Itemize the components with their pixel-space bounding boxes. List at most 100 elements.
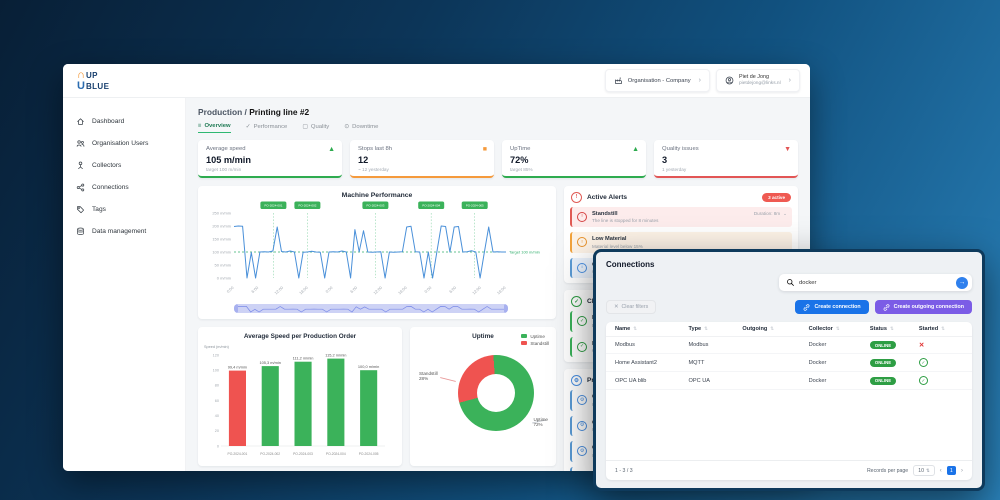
- status-badge: ONLINE: [870, 341, 896, 349]
- alert-status-icon: !: [577, 237, 587, 247]
- column-header-status[interactable]: Status ⇅: [870, 326, 919, 332]
- column-header-name[interactable]: Name ⇅: [615, 326, 689, 332]
- tab-performance[interactable]: ✓Performance: [246, 123, 288, 133]
- svg-text:PO-2024-005: PO-2024-005: [466, 203, 484, 207]
- alert-icon: !: [571, 192, 582, 203]
- column-header-type[interactable]: Type ⇅: [689, 326, 743, 332]
- kpi-value: 3: [662, 155, 790, 165]
- svg-text:18:00: 18:00: [496, 284, 507, 295]
- tab-overview[interactable]: ≡Overview: [198, 123, 231, 133]
- tab-quality[interactable]: ▢Quality: [302, 123, 329, 133]
- sort-icon[interactable]: ⇅: [890, 326, 894, 332]
- svg-text:PO-2024-002: PO-2024-002: [260, 452, 280, 456]
- trend-up-icon: ▲: [632, 146, 639, 153]
- current-page[interactable]: 1: [947, 466, 956, 475]
- prev-page-button[interactable]: ‹: [940, 467, 942, 474]
- svg-text:100,0 m/min: 100,0 m/min: [358, 364, 379, 369]
- per-page-select[interactable]: 10 ⇅: [913, 465, 934, 476]
- sidebar-item-label: Dashboard: [92, 118, 124, 125]
- users-icon: [76, 139, 85, 148]
- started-check-icon: ✓: [919, 358, 928, 367]
- chart-title: Machine Performance: [204, 192, 550, 199]
- brush-handle-right[interactable]: [504, 304, 508, 313]
- svg-text:50 m/min: 50 m/min: [215, 262, 231, 267]
- sort-icon[interactable]: ⇅: [941, 326, 945, 332]
- sidebar-item-label: Tags: [92, 206, 106, 213]
- tab-downtime[interactable]: ⊙Downtime: [344, 123, 378, 133]
- svg-text:Speed (m/min): Speed (m/min): [204, 345, 230, 349]
- started-check-icon: ✓: [919, 376, 928, 385]
- chevron-down-icon[interactable]: ⌄: [783, 211, 787, 217]
- cell-name: OPC UA blib: [615, 378, 689, 384]
- column-header-started[interactable]: Started ⇅: [919, 326, 963, 332]
- cell-type: Modbus: [689, 342, 743, 348]
- collector-icon: [76, 161, 85, 170]
- sidebar-item-connections[interactable]: Connections: [63, 176, 185, 198]
- kpi-subtext: target 85%: [510, 167, 638, 172]
- svg-text:6:00: 6:00: [250, 284, 260, 293]
- column-header-outgoing[interactable]: Outgoing ⇅: [742, 326, 808, 332]
- create-connection-button[interactable]: Create connection: [795, 300, 868, 314]
- status-badge: ONLINE: [870, 377, 896, 385]
- machine-performance-chart: 0 m/min50 m/min100 m/min150 m/min200 m/m…: [204, 200, 550, 301]
- table-header-row: Name ⇅Type ⇅Outgoing ⇅Collector ⇅Status …: [606, 322, 972, 337]
- alert-item-standstill[interactable]: ! Standstill The line is stopped for 8 m…: [570, 207, 792, 228]
- kpi-value: 72%: [510, 155, 638, 165]
- sidebar-item-tags[interactable]: Tags: [63, 198, 185, 220]
- search-submit-button[interactable]: →: [956, 277, 968, 289]
- sort-icon[interactable]: ⇅: [836, 326, 840, 332]
- kpi-card-uptime: UpTime 72% target 85% ▲: [502, 140, 646, 178]
- svg-text:PO-2024-001: PO-2024-001: [264, 203, 282, 207]
- kpi-row: Average speed 105 m/min target 100 m/min…: [198, 140, 798, 178]
- tab-icon: ≡: [198, 123, 201, 129]
- alert-description: The line is stopped for 8 minutes: [592, 218, 749, 223]
- search-input[interactable]: docker →: [779, 274, 972, 291]
- table-body: Modbus Modbus Docker ONLINE ✕ Home Assis…: [606, 337, 972, 390]
- cell-type: OPC UA: [689, 378, 743, 384]
- svg-text:100 m/min: 100 m/min: [212, 249, 231, 254]
- create-outgoing-connection-button[interactable]: Create outgoing connection: [875, 300, 972, 314]
- sidebar-item-data-management[interactable]: Data management: [63, 220, 185, 242]
- sort-icon[interactable]: ⇅: [704, 326, 708, 332]
- table-row-opc-ua-blib[interactable]: OPC UA blib OPC UA Docker ONLINE ✓: [606, 372, 972, 390]
- user-email: pietdejong@links.nl: [739, 81, 781, 87]
- sort-icon[interactable]: ⇅: [633, 326, 637, 332]
- bottom-charts-row: Average Speed per Production Order Speed…: [198, 327, 556, 466]
- active-alerts-badge: 3 active: [762, 193, 791, 202]
- sidebar-item-organisation-users[interactable]: Organisation Users: [63, 132, 185, 154]
- svg-text:111,2 m/min: 111,2 m/min: [293, 355, 314, 360]
- desktop-background: ∩UP UBLUE Organisation - Company › Piet …: [0, 0, 1000, 500]
- cell-status: ONLINE: [870, 341, 919, 349]
- clear-filters-button[interactable]: ✕ Clear filters: [606, 300, 656, 314]
- user-menu[interactable]: Piet de Jong pietdejong@links.nl ›: [716, 69, 800, 92]
- table-row-modbus[interactable]: Modbus Modbus Docker ONLINE ✕: [606, 337, 972, 354]
- active-alerts-title: Active Alerts: [587, 194, 757, 201]
- svg-text:60: 60: [215, 398, 219, 402]
- column-header-collector[interactable]: Collector ⇅: [809, 326, 870, 332]
- search-row: docker →: [606, 274, 972, 291]
- chart-title: Average Speed per Production Order: [202, 333, 398, 340]
- sidebar-item-collectors[interactable]: Collectors: [63, 154, 185, 176]
- gear-icon: ⚙: [571, 375, 582, 386]
- alert-title: Standstill: [592, 211, 749, 217]
- svg-text:100: 100: [213, 368, 219, 372]
- svg-text:18:00: 18:00: [397, 284, 408, 295]
- sidebar-item-dashboard[interactable]: Dashboard: [63, 110, 185, 132]
- clear-filters-label: Clear filters: [621, 304, 648, 310]
- breadcrumb-root[interactable]: Production /: [198, 107, 247, 117]
- sidebar: Dashboard Organisation UsersCollectorsCon…: [63, 98, 186, 471]
- cell-started: ✓: [919, 376, 963, 385]
- next-page-button[interactable]: ›: [961, 467, 963, 474]
- chart-zoom-brush[interactable]: [234, 304, 508, 313]
- svg-text:0 m/min: 0 m/min: [217, 275, 231, 280]
- link-icon: [803, 304, 810, 311]
- app-header: ∩UP UBLUE Organisation - Company › Piet …: [63, 64, 810, 98]
- search-value: docker: [799, 280, 952, 286]
- svg-text:PO-2024-003: PO-2024-003: [293, 452, 313, 456]
- alert-meta: Duration: 8m ⌄: [754, 211, 787, 217]
- organisation-selector[interactable]: Organisation - Company ›: [605, 69, 710, 92]
- tab-icon: ✓: [246, 124, 251, 130]
- table-row-home-assistant2[interactable]: Home Assistant2 MQTT Docker ONLINE ✓: [606, 354, 972, 372]
- avg-speed-card: Average Speed per Production Order Speed…: [198, 327, 402, 466]
- sort-icon[interactable]: ⇅: [770, 326, 774, 332]
